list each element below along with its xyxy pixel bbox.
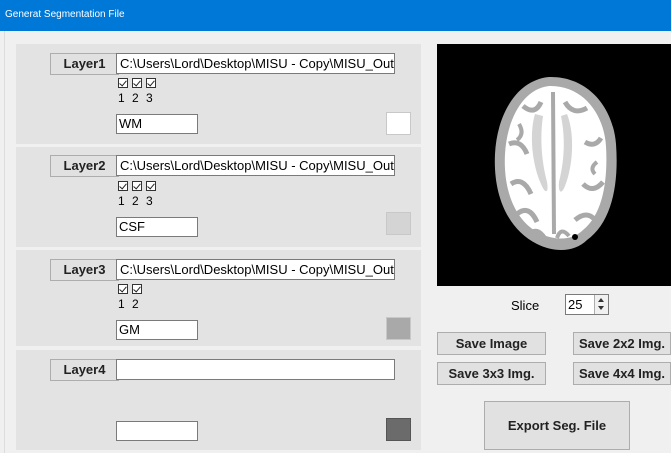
layer1-color-swatch[interactable] xyxy=(386,112,411,135)
slice-label: Slice xyxy=(511,298,540,313)
layer1-check-label-1: 1 xyxy=(118,91,125,105)
layer1-check-labels: 123 xyxy=(118,91,160,105)
layer3-name-field[interactable]: GM xyxy=(116,320,198,340)
layer3-checkboxes xyxy=(118,284,146,296)
layer1-button[interactable]: Layer1 xyxy=(50,53,119,75)
export-seg-file-button[interactable]: Export Seg. File xyxy=(484,401,630,450)
layer1-path-field[interactable]: C:\Users\Lord\Desktop\MISU - Copy\MISU_O… xyxy=(116,53,395,74)
layer1-check-1-icon[interactable] xyxy=(118,78,128,88)
layer3-path-field[interactable]: C:\Users\Lord\Desktop\MISU - Copy\MISU_O… xyxy=(116,259,395,280)
layer1-name-field[interactable]: WM xyxy=(116,114,198,134)
layer3-check-2-icon[interactable] xyxy=(132,284,142,294)
save-3x3-button[interactable]: Save 3x3 Img. xyxy=(437,362,546,385)
layer2-check-label-2: 2 xyxy=(132,194,139,208)
slice-spinner-arrows xyxy=(594,295,608,314)
layer3-panel: Layer3 C:\Users\Lord\Desktop\MISU - Copy… xyxy=(16,250,421,346)
layer4-button[interactable]: Layer4 xyxy=(50,359,119,381)
layer4-path-field[interactable] xyxy=(116,359,395,380)
layer2-panel: Layer2 C:\Users\Lord\Desktop\MISU - Copy… xyxy=(16,147,421,247)
layer4-color-swatch[interactable] xyxy=(386,418,411,441)
segmentation-image-viewer[interactable] xyxy=(437,44,671,286)
left-edge xyxy=(0,31,5,453)
layer4-name-field[interactable] xyxy=(116,421,198,441)
layer2-check-label-3: 3 xyxy=(146,194,153,208)
layer2-check-labels: 123 xyxy=(118,194,160,208)
save-4x4-button[interactable]: Save 4x4 Img. xyxy=(573,362,671,385)
layer2-path-field[interactable]: C:\Users\Lord\Desktop\MISU - Copy\MISU_O… xyxy=(116,155,395,176)
layer1-check-label-2: 2 xyxy=(132,91,139,105)
spin-down-icon[interactable] xyxy=(598,306,604,310)
layer1-check-3-icon[interactable] xyxy=(146,78,156,88)
layer1-check-label-3: 3 xyxy=(146,91,153,105)
spin-up-icon[interactable] xyxy=(598,298,604,302)
layer2-check-2-icon[interactable] xyxy=(132,181,142,191)
layer4-panel: Layer4 xyxy=(16,350,421,450)
layer3-color-swatch[interactable] xyxy=(386,317,411,340)
window-title: Generat Segmentation File xyxy=(5,9,125,20)
layer1-checkboxes xyxy=(118,78,160,90)
layer2-check-label-1: 1 xyxy=(118,194,125,208)
brain-slice-image xyxy=(494,76,617,250)
layer3-check-label-2: 2 xyxy=(132,297,139,311)
layer3-check-labels: 12 xyxy=(118,297,146,311)
save-2x2-button[interactable]: Save 2x2 Img. xyxy=(573,332,671,355)
layer1-check-2-icon[interactable] xyxy=(132,78,142,88)
save-image-button[interactable]: Save Image xyxy=(437,332,546,355)
slice-value[interactable]: 25 xyxy=(568,297,582,312)
layer3-check-1-icon[interactable] xyxy=(118,284,128,294)
layer2-button[interactable]: Layer2 xyxy=(50,155,119,177)
layer3-button[interactable]: Layer3 xyxy=(50,259,119,281)
layer2-color-swatch[interactable] xyxy=(386,212,411,235)
layer2-check-1-icon[interactable] xyxy=(118,181,128,191)
layer2-check-3-icon[interactable] xyxy=(146,181,156,191)
layer2-name-field[interactable]: CSF xyxy=(116,217,198,237)
title-bar: Generat Segmentation File xyxy=(0,0,671,31)
slice-spinner[interactable]: 25 xyxy=(565,294,609,315)
layer2-checkboxes xyxy=(118,181,160,193)
layer1-panel: Layer1 C:\Users\Lord\Desktop\MISU - Copy… xyxy=(16,44,421,144)
layer3-check-label-1: 1 xyxy=(118,297,125,311)
